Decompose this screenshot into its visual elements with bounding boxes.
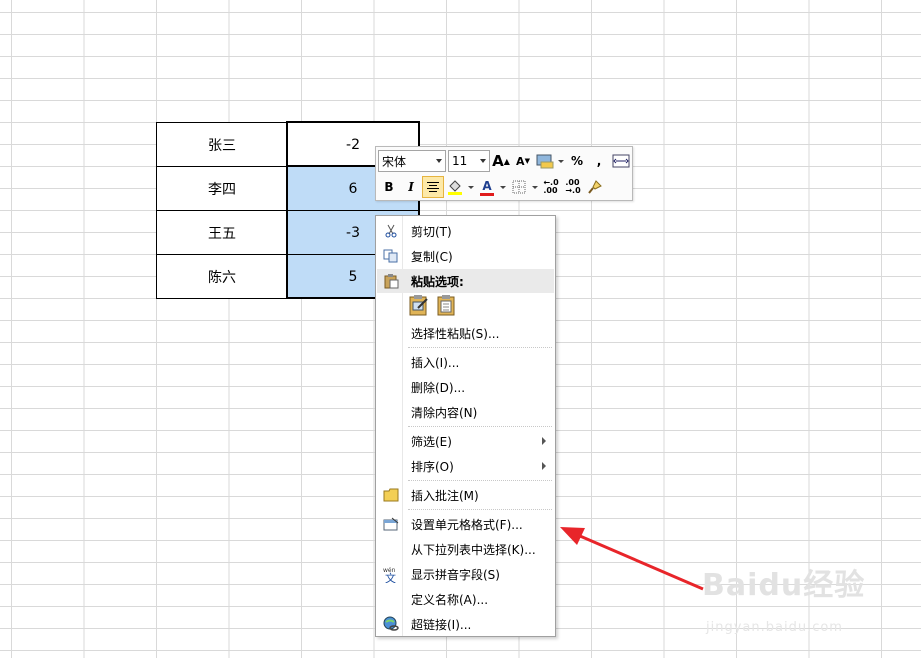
menu-label: 复制(C)	[411, 249, 453, 264]
borders-icon[interactable]	[508, 176, 530, 198]
menu-label: 选择性粘贴(S)...	[411, 326, 500, 341]
increase-decimal-icon[interactable]: ←.0.00	[540, 176, 562, 198]
paste-formats-icon[interactable]	[407, 293, 431, 317]
paste-icon	[377, 269, 405, 293]
scissors-icon	[377, 219, 405, 243]
menu-label: 粘贴选项:	[411, 274, 464, 289]
font-size-value: 11	[452, 154, 468, 168]
name-cell[interactable]: 李四	[156, 166, 288, 211]
menu-label: 清除内容(N)	[411, 405, 478, 420]
watermark-logo: Baidu经验	[702, 568, 866, 603]
menu-label: 筛选(E)	[411, 434, 452, 449]
menu-separator	[408, 480, 552, 481]
menu-label: 删除(D)...	[411, 380, 466, 395]
bold-button[interactable]: B	[378, 176, 400, 198]
chevron-down-icon[interactable]	[498, 176, 508, 198]
format-painter-icon[interactable]	[584, 176, 606, 198]
menu-item-format-cells[interactable]: 设置单元格格式(F)...	[377, 512, 554, 536]
font-name-value: 宋体	[382, 154, 407, 169]
fill-color-icon[interactable]	[444, 176, 466, 198]
italic-button[interactable]: I	[400, 176, 422, 198]
copy-icon	[377, 244, 405, 268]
menu-item-insert[interactable]: 插入(I)...	[377, 350, 554, 374]
name-cell[interactable]: 张三	[156, 122, 288, 167]
merge-center-icon[interactable]	[610, 150, 632, 172]
menu-item-hyperlink[interactable]: 超链接(I)...	[377, 612, 554, 636]
number-format-icon[interactable]	[534, 150, 556, 172]
percent-button[interactable]: %	[566, 150, 588, 172]
paste-values-icon[interactable]	[435, 293, 459, 317]
menu-separator	[408, 509, 552, 510]
menu-item-paste-special[interactable]: 选择性粘贴(S)...	[377, 321, 554, 345]
menu-item-delete[interactable]: 删除(D)...	[377, 375, 554, 399]
grow-font-icon[interactable]: A ▲	[490, 150, 512, 172]
menu-label: 剪切(T)	[411, 224, 452, 239]
menu-item-clear-contents[interactable]: 清除内容(N)	[377, 400, 554, 424]
menu-label: 设置单元格格式(F)...	[411, 517, 523, 532]
menu-item-insert-comment[interactable]: 插入批注(M)	[377, 483, 554, 507]
mini-toolbar: 宋体 11 A ▲ A ▼ % , B I A ←.0 .00 .00 →.0	[375, 146, 633, 201]
menu-label: 排序(O)	[411, 459, 454, 474]
menu-label: 显示拼音字段(S)	[411, 567, 500, 582]
menu-label: 定义名称(A)...	[411, 592, 489, 607]
menu-label: 从下拉列表中选择(K)...	[411, 542, 536, 557]
font-color-letter: A	[482, 178, 492, 193]
format-cells-icon	[377, 512, 405, 536]
menu-item-show-phonetic[interactable]: wén 文 显示拼音字段(S)	[377, 562, 554, 586]
watermark-url: jingyan.baidu.com	[706, 620, 843, 635]
submenu-arrow-icon	[542, 462, 546, 470]
annotation-arrow	[560, 527, 704, 591]
name-cell[interactable]: 陈六	[156, 254, 288, 299]
font-name-combo[interactable]: 宋体	[378, 150, 446, 172]
chevron-down-icon[interactable]	[530, 176, 540, 198]
svg-text:文: 文	[385, 571, 396, 583]
menu-item-sort[interactable]: 排序(O)	[377, 454, 554, 478]
menu-item-pick-from-list[interactable]: 从下拉列表中选择(K)...	[377, 537, 554, 561]
menu-separator	[408, 347, 552, 348]
font-color-icon[interactable]: A	[476, 176, 498, 198]
decrease-decimal-icon[interactable]: .00 →.0	[562, 176, 584, 198]
shrink-font-icon[interactable]: A ▼	[512, 150, 534, 172]
chevron-down-icon[interactable]	[466, 176, 476, 198]
submenu-arrow-icon	[542, 437, 546, 445]
phonetic-icon: wén 文	[377, 562, 405, 586]
chevron-down-icon[interactable]	[556, 150, 566, 172]
menu-item-copy[interactable]: 复制(C)	[377, 244, 554, 268]
menu-label: 插入批注(M)	[411, 488, 479, 503]
font-size-combo[interactable]: 11	[448, 150, 490, 172]
menu-separator	[408, 426, 552, 427]
comment-icon	[377, 483, 405, 507]
menu-item-define-name[interactable]: 定义名称(A)...	[377, 587, 554, 611]
menu-label: 超链接(I)...	[411, 617, 472, 632]
menu-item-filter[interactable]: 筛选(E)	[377, 429, 554, 453]
align-center-icon[interactable]	[422, 176, 444, 198]
menu-label: 插入(I)...	[411, 355, 460, 370]
menu-item-cut[interactable]: 剪切(T)	[377, 219, 554, 243]
paste-options-row	[407, 293, 459, 317]
name-cell[interactable]: 王五	[156, 210, 288, 255]
context-menu: 剪切(T) 复制(C) 粘贴选项: 选择性粘贴(S)... 插入(I)... 删…	[375, 215, 556, 637]
hyperlink-globe-icon	[377, 612, 405, 636]
menu-item-paste-options: 粘贴选项:	[377, 269, 554, 293]
comma-style-button[interactable]: ,	[588, 150, 610, 172]
